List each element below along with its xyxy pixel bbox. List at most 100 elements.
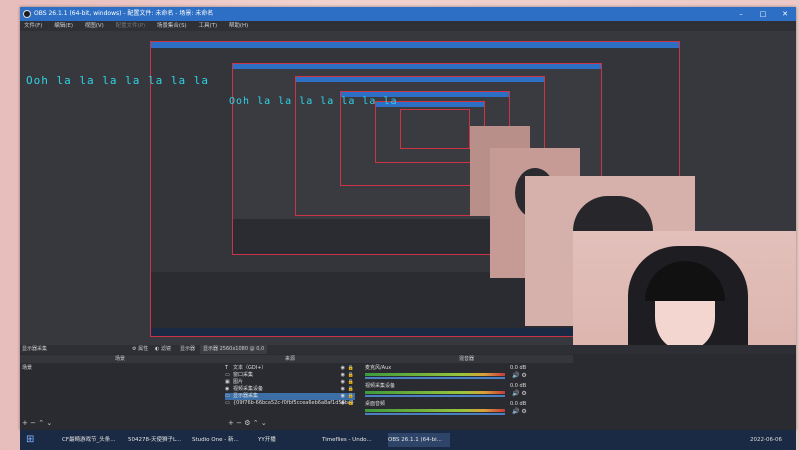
display-select-label: 显示器 — [203, 346, 219, 352]
source-type-icon: ◉ — [225, 386, 230, 392]
volume-slider[interactable] — [365, 413, 505, 415]
source-down-button[interactable]: ⌄ — [261, 419, 267, 427]
remove-source-button[interactable]: − — [236, 419, 242, 427]
maximize-button[interactable]: □ — [752, 7, 774, 21]
scene-item[interactable]: 场景 — [22, 365, 212, 372]
menu-edit[interactable]: 编辑(E) — [54, 23, 73, 29]
mixer-channel-name: 桌面音频 — [365, 401, 386, 407]
menu-help[interactable]: 帮助(H) — [229, 23, 248, 29]
lower-dock: 显示器采集 ⚙ 属性 ◐ 滤镜 显示器 显示器 2560x1080 @ 0,0 … — [20, 345, 796, 430]
menu-bar: 文件(F) 编辑(E) 视图(V) 配置文件(P) 场景集合(S) 工具(T) … — [20, 21, 796, 31]
source-type-icon: ▣ — [225, 379, 230, 385]
visibility-eye-icon[interactable]: ◉ — [341, 393, 345, 400]
source-up-button[interactable]: ⌃ — [253, 419, 259, 427]
menu-tools[interactable]: 工具(T) — [198, 23, 217, 29]
source-item[interactable]: ▣ 图片 ◉ 🔒 — [225, 379, 355, 386]
volume-slider[interactable] — [365, 395, 505, 397]
visibility-eye-icon[interactable]: ◉ — [341, 386, 345, 393]
lock-icon[interactable]: 🔒 — [348, 372, 354, 379]
source-label: 显示器采集 — [233, 393, 259, 399]
visibility-eye-icon[interactable]: ◉ — [341, 372, 345, 379]
filters-label: 滤镜 — [160, 346, 171, 352]
source-item[interactable]: ▭ {09f76b-66bca52c-f0fbf5ccea6eb6a8af1d56… — [225, 400, 355, 407]
nested-title-bar — [151, 42, 679, 48]
scene-up-button[interactable]: ⌃ — [38, 419, 44, 427]
source-item[interactable]: T 文本（GDI+） ◉ 🔒 — [225, 365, 355, 372]
lock-icon[interactable]: 🔒 — [348, 379, 354, 386]
taskbar-app-button[interactable]: CF最畸游戏节_头条... — [62, 433, 124, 447]
taskbar-app-button[interactable]: OBS 26.1.1 (64-bi... — [388, 433, 450, 447]
taskbar-app-button[interactable]: YY开播 — [258, 433, 320, 447]
mixer-channel-name: 视频采集设备 — [365, 383, 396, 389]
source-type-icon: T — [225, 365, 229, 371]
volume-meter — [365, 373, 505, 376]
taskbar-app-button[interactable]: Timeflies - Undo... — [322, 433, 384, 447]
start-icon[interactable]: ⊞ — [26, 434, 34, 445]
obs-window: OBS 26.1.1 (64-bit, windows) - 配置文件: 未命名… — [20, 7, 796, 445]
mixer-mute-settings-icons[interactable]: 🔊 ⚙ — [512, 372, 527, 379]
menu-scene-collection[interactable]: 场景集合(S) — [157, 23, 187, 29]
nested-title-bar — [296, 77, 544, 82]
mixer-channel-name: 麦克风/Aux — [365, 365, 392, 371]
source-label: 窗口采集 — [233, 372, 254, 378]
lock-icon[interactable]: 🔒 — [348, 393, 354, 400]
scenes-header: 场景 — [20, 355, 220, 363]
lock-icon[interactable]: 🔒 — [348, 386, 354, 393]
lock-icon[interactable]: 🔒 — [348, 365, 354, 372]
display-select[interactable]: 显示器 2560x1080 @ 0,0 — [200, 345, 268, 354]
scene-list-label: 显示器采集 — [22, 346, 48, 352]
source-item[interactable]: ◉ 视频采集设备 ◉ 🔒 — [225, 386, 355, 393]
source-controls: + − ⚙ ⌃ ⌄ — [228, 419, 267, 427]
minimize-button[interactable]: – — [730, 7, 752, 21]
mixer-db-value: 0.0 dB — [510, 401, 527, 407]
source-type-icon: ▭ — [225, 400, 230, 406]
visibility-eye-icon[interactable]: ◉ — [341, 379, 345, 386]
nested-capture-6 — [400, 109, 470, 149]
menu-profile[interactable]: 配置文件(P) — [116, 23, 146, 29]
source-label: 图片 — [233, 379, 244, 385]
sources-header: 来源 — [220, 355, 360, 363]
windows-taskbar: ⊞ CF最畸游戏节_头条... 504278-天使狮子L... Studio One… — [20, 430, 796, 450]
mixer-db-value: 0.0 dB — [510, 383, 527, 389]
visibility-eye-icon[interactable]: ◉ — [341, 365, 345, 372]
preview-canvas[interactable]: Ooh la la la la la la la Ooh la la la la… — [20, 31, 796, 445]
source-type-icon: ▭ — [225, 393, 230, 399]
overlay-lyric-text: Ooh la la la la la la la — [26, 74, 209, 87]
obs-logo-icon — [23, 10, 31, 18]
source-label: 视频采集设备 — [233, 386, 264, 392]
taskbar-app-label: Timeflies - Undo... — [322, 437, 372, 443]
volume-meter — [365, 391, 505, 394]
filters-button[interactable]: ◐ 滤镜 — [155, 345, 171, 354]
taskbar-app-button[interactable]: 504278-天使狮子L... — [128, 433, 190, 447]
lock-icon[interactable]: 🔒 — [348, 400, 354, 407]
close-button[interactable]: ✕ — [774, 7, 796, 21]
taskbar-app-label: OBS 26.1.1 (64-bi... — [388, 437, 442, 443]
add-scene-button[interactable]: + — [22, 419, 28, 427]
source-type-icon: ▭ — [225, 372, 230, 378]
scene-controls: + − ⌃ ⌄ — [22, 419, 52, 427]
scene-down-button[interactable]: ⌄ — [46, 419, 52, 427]
mixer-mute-settings-icons[interactable]: 🔊 ⚙ — [512, 408, 527, 415]
visibility-eye-icon[interactable]: ◉ — [341, 400, 345, 407]
volume-slider[interactable] — [365, 377, 505, 379]
taskbar-app-label: 504278-天使狮子L... — [128, 437, 182, 443]
menu-file[interactable]: 文件(F) — [24, 23, 42, 29]
taskbar-app-button[interactable]: Studio One - 新... — [192, 433, 254, 447]
source-item[interactable]: ▭ 显示器采集 ◉ 🔒 — [225, 393, 355, 400]
source-label: 文本（GDI+） — [233, 365, 267, 371]
properties-button[interactable]: ⚙ 属性 — [132, 345, 148, 354]
taskbar-app-label: YY开播 — [258, 437, 276, 443]
clock[interactable]: 2022-06-06 — [750, 433, 782, 447]
source-settings-button[interactable]: ⚙ — [244, 419, 250, 427]
nested-title-bar — [233, 64, 601, 69]
add-source-button[interactable]: + — [228, 419, 234, 427]
taskbar-app-label: CF最畸游戏节_头条... — [62, 437, 116, 443]
source-toolbar: 显示器采集 ⚙ 属性 ◐ 滤镜 显示器 显示器 2560x1080 @ 0,0 — [20, 345, 796, 354]
source-item[interactable]: ▭ 窗口采集 ◉ 🔒 — [225, 372, 355, 379]
overlay-lyric-text-nested: Ooh la la la la la la la — [229, 96, 398, 107]
source-label: {09f76b-66bca52c-f0fbf5ccea6eb6a8af1d56b… — [233, 400, 355, 406]
mixer-mute-settings-icons[interactable]: 🔊 ⚙ — [512, 390, 527, 397]
remove-scene-button[interactable]: − — [30, 419, 36, 427]
display-label: 显示器 — [180, 346, 196, 352]
menu-view[interactable]: 视图(V) — [85, 23, 104, 29]
